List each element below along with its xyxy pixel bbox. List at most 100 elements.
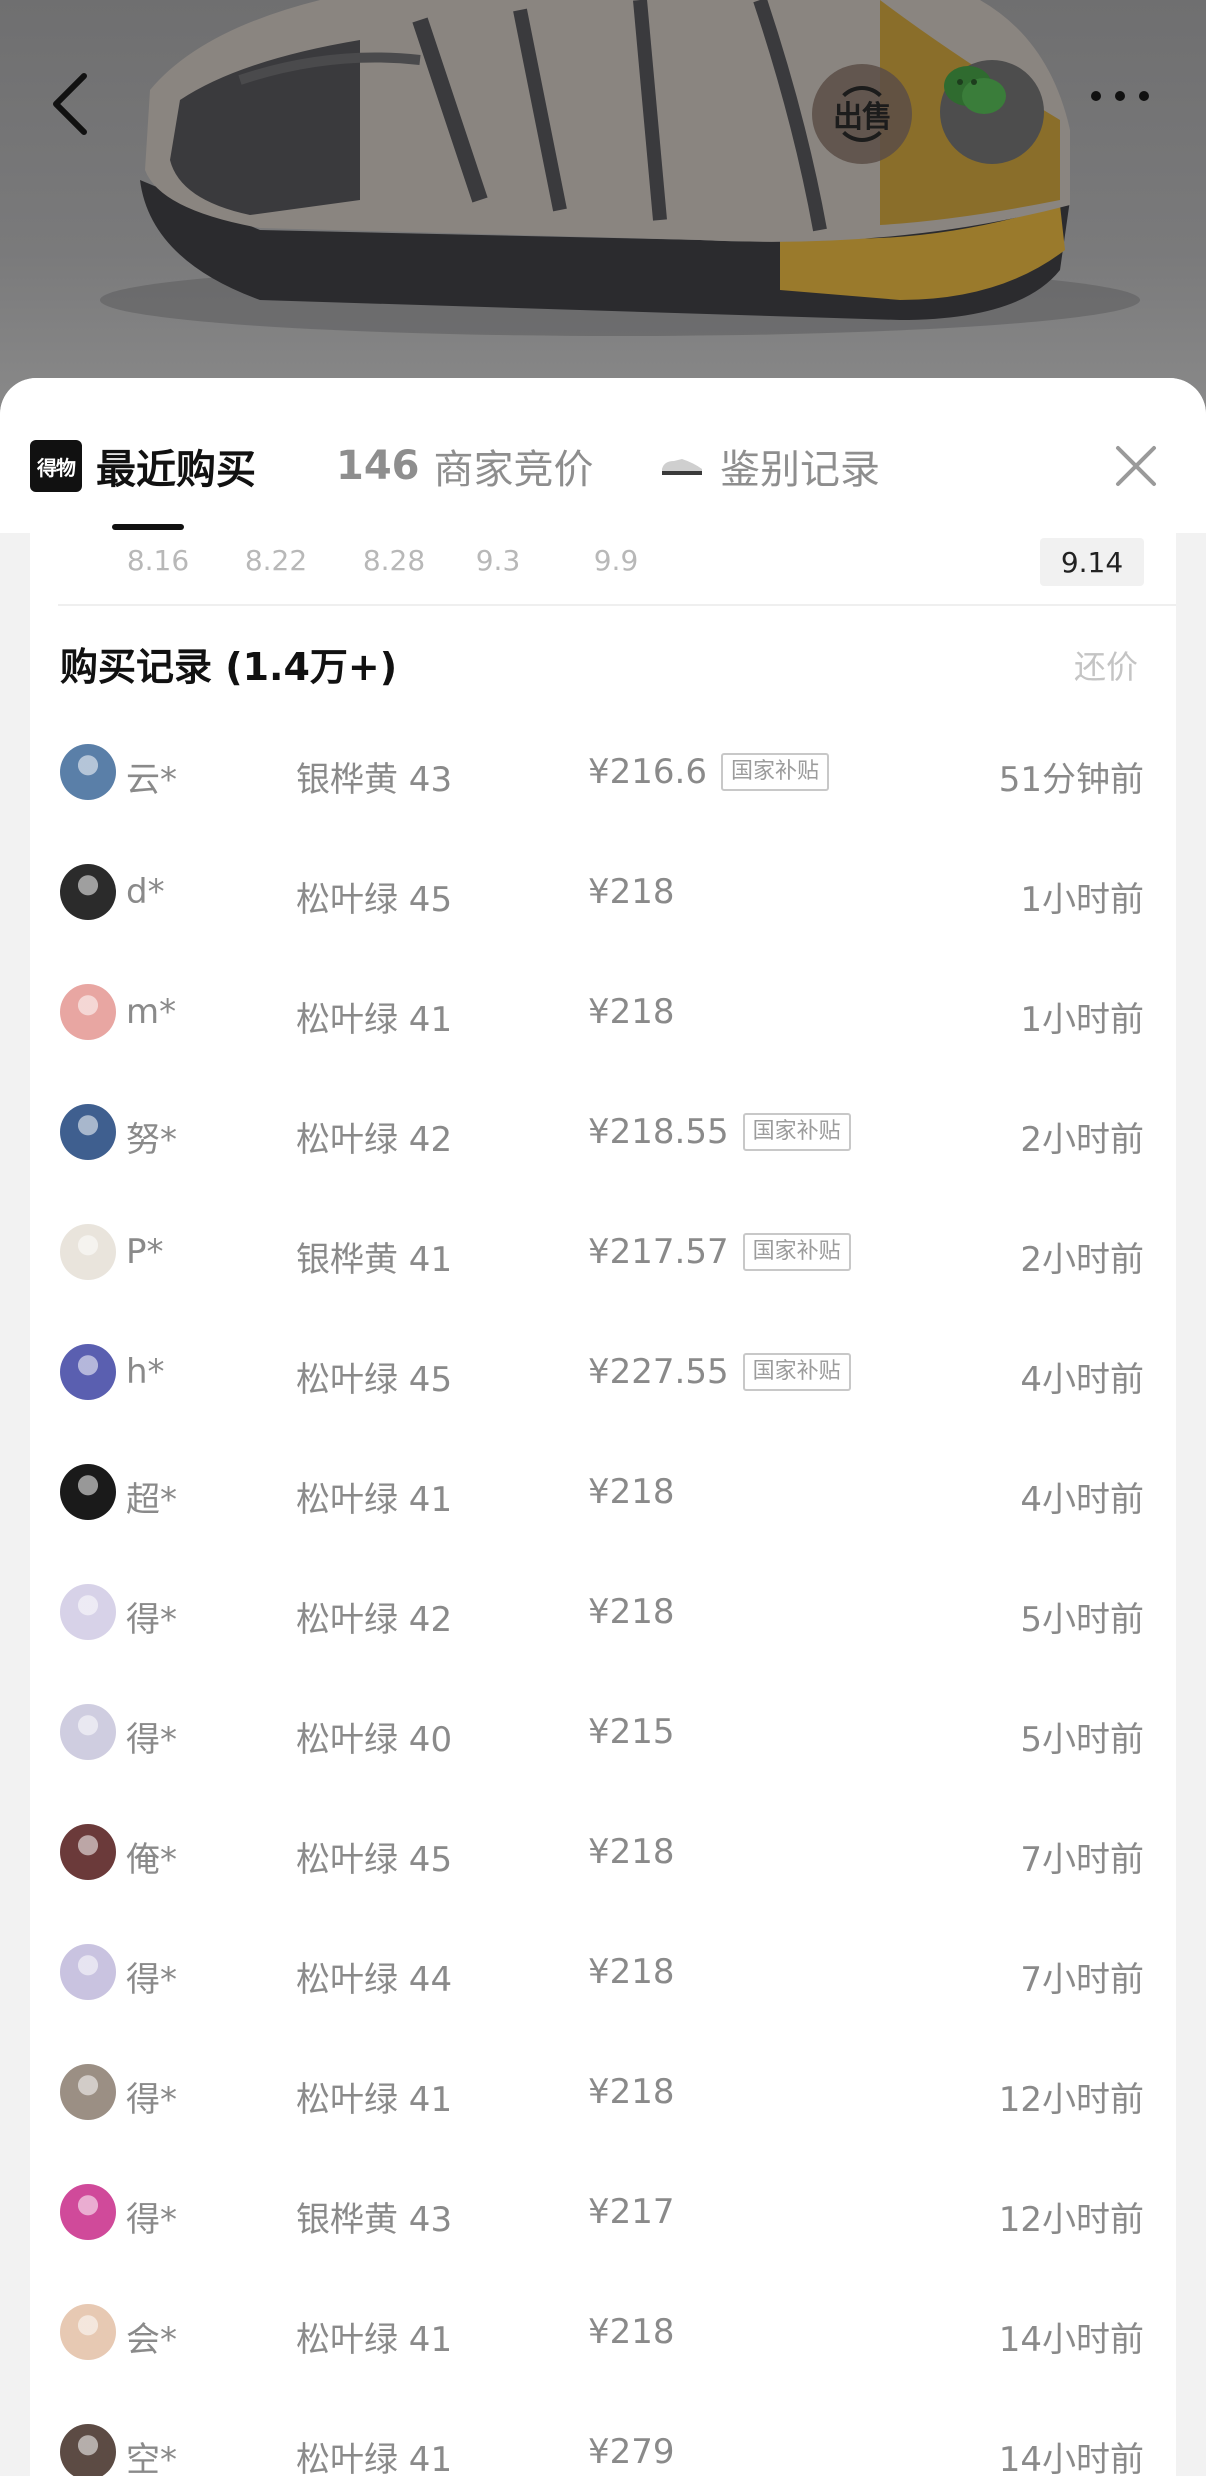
close-button[interactable]	[1106, 436, 1166, 496]
price-value: ¥218	[588, 2312, 675, 2352]
subsidy-badge: 国家补贴	[742, 1233, 851, 1271]
avatar	[60, 1944, 116, 2000]
date-tick: 9.3	[475, 544, 521, 577]
purchase-time: 1小时前	[1020, 880, 1144, 920]
tab-merchant-bids[interactable]: 146 商家竞价	[336, 436, 594, 496]
avatar	[60, 1344, 116, 1400]
buyer-name: 俺*	[126, 1840, 177, 1880]
price-cell: ¥218	[588, 1592, 675, 1632]
variant-size: 松叶绿 45	[296, 880, 453, 920]
price-cell: ¥279	[588, 2432, 675, 2472]
buyer-name: h*	[126, 1352, 165, 1392]
avatar	[60, 1824, 116, 1880]
counter-offer-button[interactable]: 还价	[1074, 642, 1138, 688]
purchase-record-row: 得* 松叶绿 42 ¥218 5小时前	[30, 1552, 1176, 1672]
price-cell: ¥227.55 国家补贴	[588, 1352, 851, 1392]
purchase-record-row: 俺* 松叶绿 45 ¥218 7小时前	[30, 1792, 1176, 1912]
subsidy-badge: 国家补贴	[742, 1353, 851, 1391]
purchase-record-row: d* 松叶绿 45 ¥218 1小时前	[30, 832, 1176, 952]
purchase-time: 4小时前	[1020, 1360, 1144, 1400]
avatar	[60, 2064, 116, 2120]
avatar	[60, 864, 116, 920]
close-icon	[1116, 446, 1156, 486]
price-value: ¥217	[588, 2192, 675, 2232]
tab-bids-label: 商家竞价	[433, 447, 594, 493]
purchase-record-row: 会* 松叶绿 41 ¥218 14小时前	[30, 2272, 1176, 2392]
back-button[interactable]	[50, 72, 120, 152]
price-value: ¥218	[588, 1592, 675, 1632]
variant-size: 松叶绿 41	[296, 2320, 453, 2360]
purchase-record-row: 得* 银桦黄 43 ¥217 12小时前	[30, 2152, 1176, 2272]
purchase-record-row: h* 松叶绿 45 ¥227.55 国家补贴 4小时前	[30, 1312, 1176, 1432]
variant-size: 银桦黄 43	[296, 760, 453, 800]
price-value: ¥217.57	[588, 1232, 729, 1272]
price-value: ¥216.6	[588, 752, 707, 792]
price-value: ¥218	[588, 1472, 675, 1512]
date-tick: 8.22	[244, 544, 308, 577]
price-cell: ¥218	[588, 2312, 675, 2352]
avatar	[60, 1224, 116, 1280]
purchase-records-sheet: 得物 最近购买 146 商家竞价 鉴别记录 8.16 8.22 8.28 9.3…	[0, 378, 1206, 2476]
variant-size: 松叶绿 45	[296, 1840, 453, 1880]
purchase-record-row: P* 银桦黄 41 ¥217.57 国家补贴 2小时前	[30, 1192, 1176, 1312]
date-tick: 8.16	[126, 544, 190, 577]
price-value: ¥227.55	[588, 1352, 729, 1392]
purchase-record-row: 超* 松叶绿 41 ¥218 4小时前	[30, 1432, 1176, 1552]
purchase-time: 4小时前	[1020, 1480, 1144, 1520]
avatar	[60, 1704, 116, 1760]
avatar	[60, 1104, 116, 1160]
purchase-record-row: 努* 松叶绿 42 ¥218.55 国家补贴 2小时前	[30, 1072, 1176, 1192]
product-hero-image: 出售	[0, 0, 1206, 420]
date-tick: 8.28	[362, 544, 426, 577]
purchase-time: 5小时前	[1020, 1720, 1144, 1760]
purchase-record-row: 得* 松叶绿 41 ¥218 12小时前	[30, 2032, 1176, 2152]
wechat-share-button[interactable]	[940, 60, 1044, 164]
purchase-time: 12小时前	[998, 2080, 1144, 2120]
avatar	[60, 744, 116, 800]
price-cell: ¥218	[588, 2072, 675, 2112]
variant-size: 松叶绿 42	[296, 1120, 453, 1160]
records-card: 8.16 8.22 8.28 9.3 9.9 9.14 购买记录 (1.4万+)…	[30, 508, 1176, 2476]
price-cell: ¥218	[588, 992, 675, 1032]
price-cell: ¥218	[588, 1952, 675, 1992]
purchase-record-row: 得* 松叶绿 44 ¥218 7小时前	[30, 1912, 1176, 2032]
price-value: ¥218.55	[588, 1112, 729, 1152]
purchase-record-row: m* 松叶绿 41 ¥218 1小时前	[30, 952, 1176, 1072]
price-cell: ¥218	[588, 872, 675, 912]
variant-size: 银桦黄 43	[296, 2200, 453, 2240]
avatar	[60, 1584, 116, 1640]
tab-recent-purchases[interactable]: 最近购买	[96, 436, 256, 496]
tab-bids-count: 146	[336, 443, 420, 489]
buyer-name: 得*	[126, 1600, 177, 1640]
price-value: ¥218	[588, 992, 675, 1032]
purchase-time: 2小时前	[1020, 1120, 1144, 1160]
buyer-name: 会*	[126, 2320, 177, 2360]
buyer-name: 超*	[126, 1480, 177, 1520]
price-cell: ¥218	[588, 1472, 675, 1512]
price-cell: ¥217	[588, 2192, 675, 2232]
variant-size: 银桦黄 41	[296, 1240, 453, 1280]
shoe-illustration	[100, 0, 1140, 336]
price-cell: ¥218.55 国家补贴	[588, 1112, 851, 1152]
more-options-button[interactable]	[1090, 90, 1170, 130]
logo-text: 得物	[37, 455, 76, 480]
buyer-name: 得*	[126, 1720, 177, 1760]
variant-size: 松叶绿 41	[296, 1480, 453, 1520]
buyer-name: 得*	[126, 2200, 177, 2240]
subsidy-badge: 国家补贴	[742, 1113, 851, 1151]
selected-date[interactable]: 9.14	[1040, 538, 1144, 586]
tab-authentication-records[interactable]: 鉴别记录	[660, 436, 880, 496]
buyer-name: P*	[126, 1232, 164, 1272]
section-divider	[58, 604, 1176, 606]
dewu-logo-icon: 得物	[30, 440, 82, 492]
purchase-time: 1小时前	[1020, 1000, 1144, 1040]
tab-auth-label: 鉴别记录	[720, 447, 880, 493]
price-value: ¥215	[588, 1712, 675, 1752]
price-value: ¥218	[588, 872, 675, 912]
avatar	[60, 2304, 116, 2360]
buyer-name: 空*	[126, 2440, 177, 2476]
avatar	[60, 1464, 116, 1520]
sell-button[interactable]: 出售	[812, 64, 912, 164]
avatar	[60, 2424, 116, 2476]
tab-recent-label: 最近购买	[96, 447, 256, 493]
